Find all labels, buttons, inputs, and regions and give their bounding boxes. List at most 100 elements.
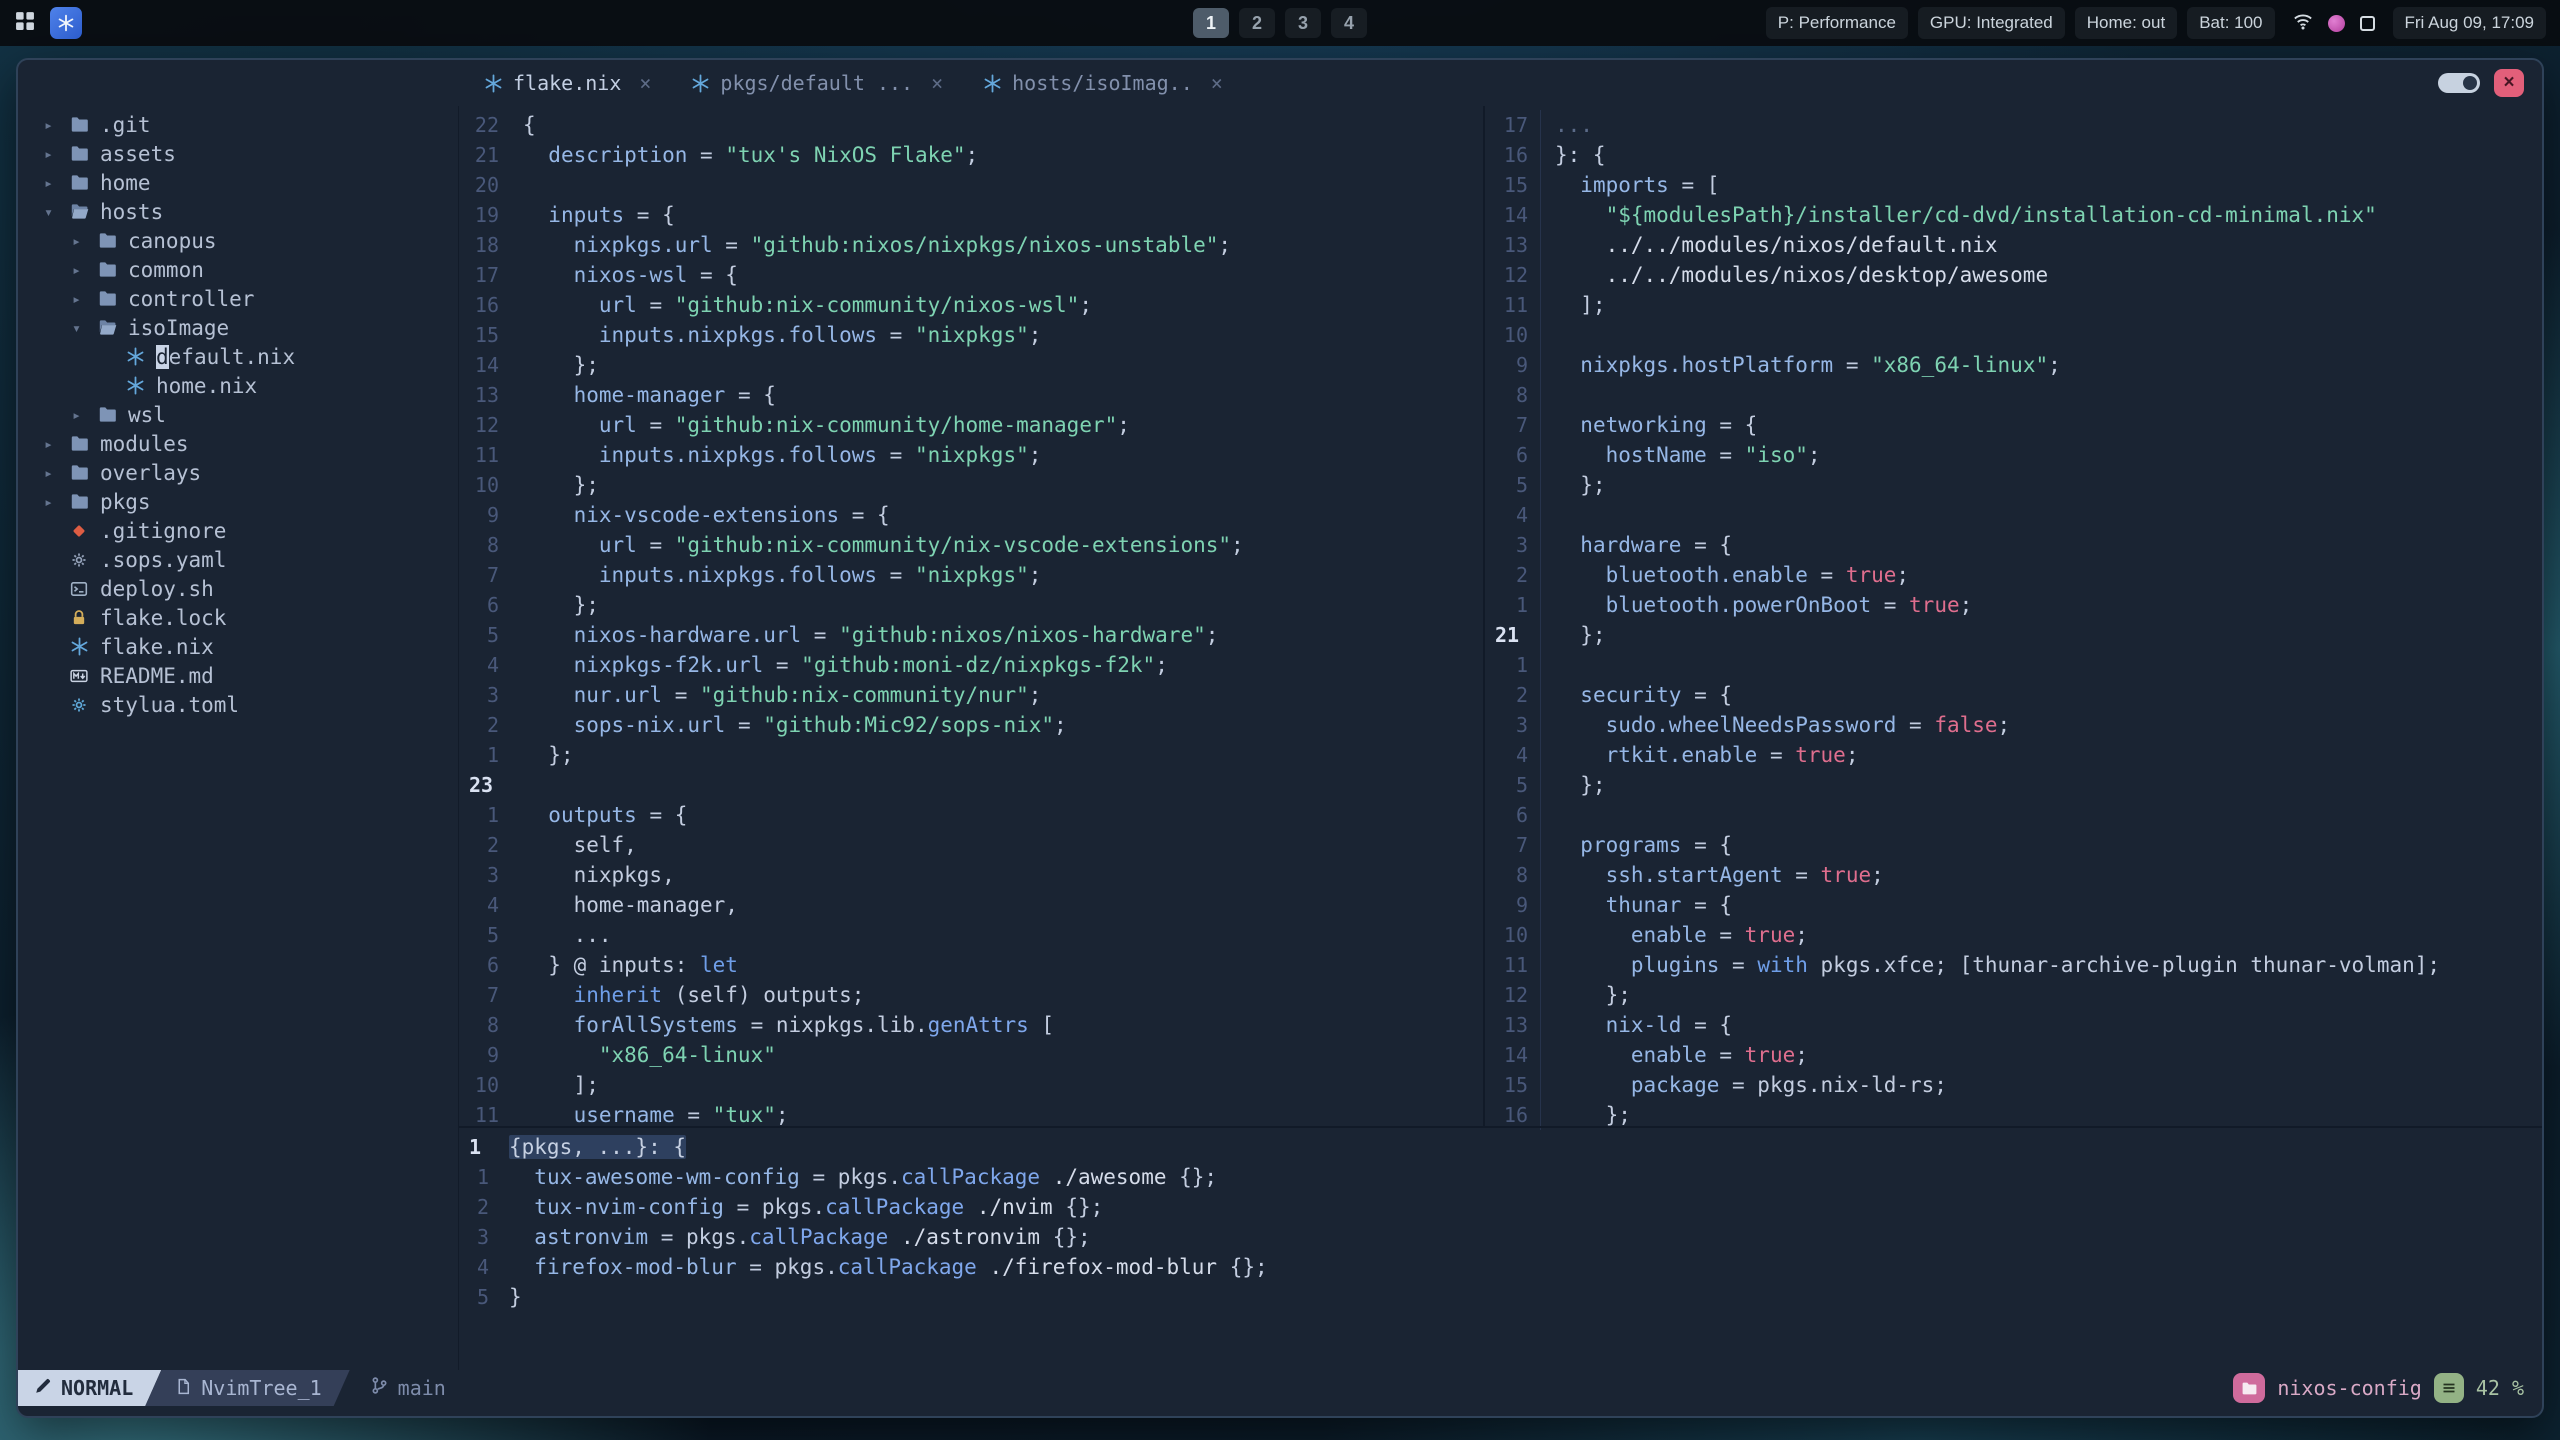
- code-line[interactable]: };: [515, 590, 599, 620]
- code-line[interactable]: ];: [1547, 290, 1605, 320]
- code-line[interactable]: {pkgs, ...}: {: [501, 1132, 687, 1162]
- code-line[interactable]: self,: [515, 830, 637, 860]
- tree-item-default.nix[interactable]: default.nix: [44, 342, 458, 371]
- code-line[interactable]: };: [515, 740, 573, 770]
- code-line[interactable]: nixos-hardware.url = "github:nixos/nixos…: [515, 620, 1219, 650]
- code-line[interactable]: inputs = {: [515, 200, 674, 230]
- code-line[interactable]: ssh.startAgent = true;: [1547, 860, 1884, 890]
- chevron-down-icon[interactable]: ▾: [72, 319, 98, 337]
- code-line[interactable]: thunar = {: [1547, 890, 1732, 920]
- app-launcher-icon[interactable]: [14, 10, 36, 37]
- tree-item-wsl[interactable]: ▸ wsl: [44, 400, 458, 429]
- code-line[interactable]: {: [515, 110, 536, 140]
- code-line[interactable]: home-manager = {: [515, 380, 776, 410]
- code-line[interactable]: [1547, 800, 1555, 830]
- tree-item-stylua.toml[interactable]: stylua.toml: [44, 690, 458, 719]
- code-line[interactable]: "x86_64-linux": [515, 1040, 776, 1070]
- tree-item-controller[interactable]: ▸ controller: [44, 284, 458, 313]
- code-line[interactable]: home-manager,: [515, 890, 738, 920]
- tree-item-flake.lock[interactable]: flake.lock: [44, 603, 458, 632]
- code-line[interactable]: networking = {: [1547, 410, 1757, 440]
- chevron-right-icon[interactable]: ▸: [72, 261, 98, 279]
- code-line[interactable]: nix-ld = {: [1547, 1010, 1732, 1040]
- record-dot-icon[interactable]: [2327, 14, 2345, 32]
- code-line[interactable]: };: [515, 470, 599, 500]
- tree-item-.git[interactable]: ▸ .git: [44, 110, 458, 139]
- code-line[interactable]: };: [1547, 620, 1605, 650]
- workspace-4[interactable]: 4: [1331, 8, 1367, 38]
- code-line[interactable]: security = {: [1547, 680, 1732, 710]
- code-line[interactable]: tux-awesome-wm-config = pkgs. callPackage…: [501, 1162, 1217, 1192]
- code-line[interactable]: }: {: [1547, 140, 1606, 170]
- code-line[interactable]: tux-nvim-config = pkgs. callPackage ./nvi…: [501, 1192, 1103, 1222]
- buffer-tab-pkgs/default ...[interactable]: pkgs/default ... ×: [671, 60, 963, 106]
- tree-item-home.nix[interactable]: home.nix: [44, 371, 458, 400]
- workspace-2[interactable]: 2: [1239, 8, 1275, 38]
- tree-item-canopus[interactable]: ▸ canopus: [44, 226, 458, 255]
- chevron-right-icon[interactable]: ▸: [72, 232, 98, 250]
- code-line[interactable]: imports = [: [1547, 170, 1719, 200]
- tree-item-flake.nix[interactable]: flake.nix: [44, 632, 458, 661]
- code-line[interactable]: nixos-wsl = {: [515, 260, 738, 290]
- code-line[interactable]: forAllSystems = nixpkgs.lib. genAttrs [: [515, 1010, 1054, 1040]
- code-line[interactable]: ];: [515, 1070, 599, 1100]
- tree-item-.sops.yaml[interactable]: .sops.yaml: [44, 545, 458, 574]
- code-line[interactable]: [1547, 500, 1555, 530]
- code-line[interactable]: inputs.nixpkgs.follows = "nixpkgs";: [515, 440, 1042, 470]
- code-line[interactable]: [1547, 650, 1555, 680]
- code-line[interactable]: hostName = "iso";: [1547, 440, 1821, 470]
- chevron-right-icon[interactable]: ▸: [72, 290, 98, 308]
- code-line[interactable]: ../../modules/nixos/desktop/awesome: [1547, 260, 2049, 290]
- code-line[interactable]: nixpkgs-f2k.url = "github:moni-dz/nixpkg…: [515, 650, 1168, 680]
- code-line[interactable]: };: [1547, 470, 1605, 500]
- tree-item-README.md[interactable]: README.md: [44, 661, 458, 690]
- code-line[interactable]: ...: [1547, 110, 1593, 140]
- chevron-right-icon[interactable]: ▸: [44, 174, 70, 192]
- code-line[interactable]: hardware = {: [1547, 530, 1732, 560]
- tab-close-icon[interactable]: ×: [1211, 71, 1223, 95]
- buffer-tab-hosts/isoImag..[interactable]: hosts/isoImag.. ×: [963, 60, 1243, 106]
- code-line[interactable]: ../../modules/nixos/default.nix: [1547, 230, 1998, 260]
- code-line[interactable]: };: [515, 350, 599, 380]
- code-line[interactable]: astronvim = pkgs. callPackage ./astronvim…: [501, 1222, 1090, 1252]
- code-line[interactable]: };: [1547, 770, 1605, 800]
- chevron-right-icon[interactable]: ▸: [72, 406, 98, 424]
- code-line[interactable]: bluetooth.powerOnBoot = true;: [1547, 590, 1973, 620]
- code-line[interactable]: } @ inputs: let: [515, 950, 738, 980]
- code-line[interactable]: nur.url = "github:nix-community/nur";: [515, 680, 1042, 710]
- chevron-right-icon[interactable]: ▸: [44, 116, 70, 134]
- code-line[interactable]: outputs = {: [515, 800, 687, 830]
- code-line[interactable]: description = "tux's NixOS Flake";: [515, 140, 978, 170]
- tree-item-home[interactable]: ▸ home: [44, 168, 458, 197]
- window-close-button[interactable]: ×: [2494, 69, 2524, 97]
- tree-item-pkgs[interactable]: ▸ pkgs: [44, 487, 458, 516]
- code-line[interactable]: sudo.wheelNeedsPassword = false;: [1547, 710, 2011, 740]
- chevron-right-icon[interactable]: ▸: [44, 493, 70, 511]
- code-line[interactable]: };: [1547, 980, 1631, 1010]
- code-line[interactable]: inputs.nixpkgs.follows = "nixpkgs";: [515, 320, 1042, 350]
- code-line[interactable]: inputs.nixpkgs.follows = "nixpkgs";: [515, 560, 1042, 590]
- code-line[interactable]: enable = true;: [1547, 920, 1808, 950]
- code-line[interactable]: "${modulesPath}/installer/cd-dvd/install…: [1547, 200, 2377, 230]
- chevron-down-icon[interactable]: ▾: [44, 203, 70, 221]
- tree-item-isoImage[interactable]: ▾ isoImage: [44, 313, 458, 342]
- chevron-right-icon[interactable]: ▸: [44, 464, 70, 482]
- tree-item-common[interactable]: ▸ common: [44, 255, 458, 284]
- workspace-1[interactable]: 1: [1193, 8, 1229, 38]
- tree-item-overlays[interactable]: ▸ overlays: [44, 458, 458, 487]
- buffer-tab-flake.nix[interactable]: flake.nix ×: [464, 60, 671, 106]
- chevron-right-icon[interactable]: ▸: [44, 435, 70, 453]
- code-line[interactable]: ...: [515, 920, 612, 950]
- workspace-3[interactable]: 3: [1285, 8, 1321, 38]
- toggle-pill-icon[interactable]: [2438, 73, 2480, 93]
- code-line[interactable]: nixpkgs.hostPlatform = "x86_64-linux";: [1547, 350, 2060, 380]
- tray-window-icon[interactable]: [2359, 15, 2375, 31]
- code-line[interactable]: nixpkgs.url = "github:nixos/nixpkgs/nixo…: [515, 230, 1231, 260]
- code-line[interactable]: [515, 770, 523, 800]
- code-line[interactable]: rtkit.enable = true;: [1547, 740, 1859, 770]
- code-line[interactable]: }: [501, 1282, 522, 1312]
- code-line[interactable]: firefox-mod-blur = pkgs. callPackage ./fi…: [501, 1252, 1267, 1282]
- code-line[interactable]: sops-nix.url = "github:Mic92/sops-nix";: [515, 710, 1067, 740]
- tree-item-deploy.sh[interactable]: deploy.sh: [44, 574, 458, 603]
- tree-item-assets[interactable]: ▸ assets: [44, 139, 458, 168]
